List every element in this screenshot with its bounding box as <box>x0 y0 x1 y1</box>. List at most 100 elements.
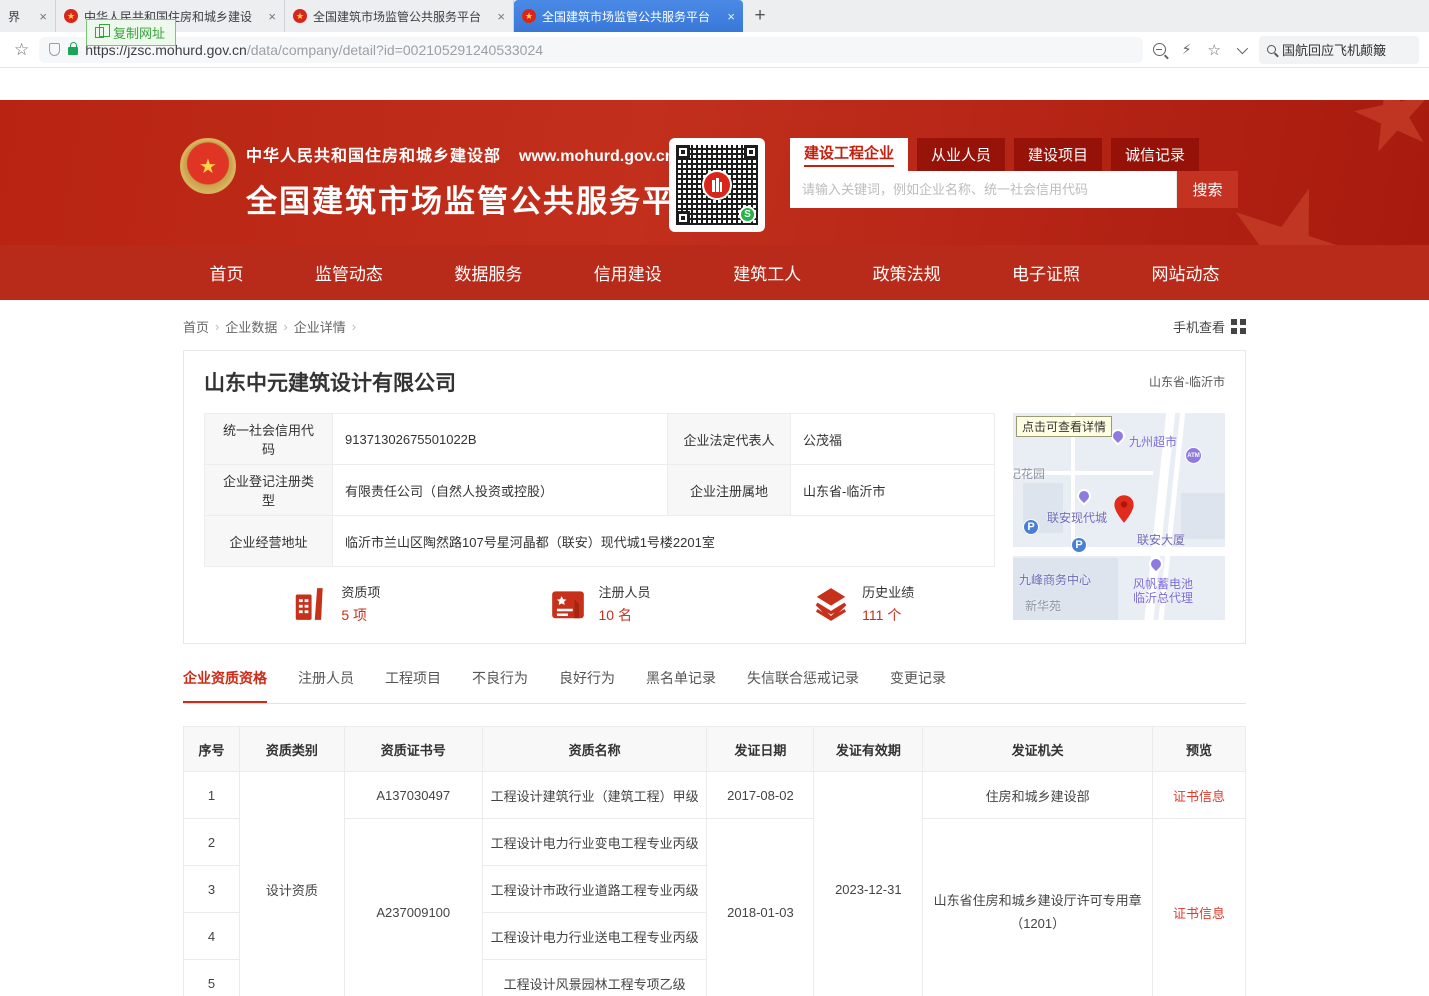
breadcrumb: 首页› 企业数据› 企业详情› 手机查看 <box>183 317 1246 336</box>
mobile-view[interactable]: 手机查看 <box>1173 317 1246 336</box>
atm-icon: ATM <box>1185 447 1202 464</box>
field-value: 有限责任公司（自然人投资或控股） <box>333 465 668 516</box>
search-tab-credit-records[interactable]: 诚信记录 <box>1111 138 1199 171</box>
field-label: 企业注册属地 <box>668 465 791 516</box>
field-label: 统一社会信用代码 <box>205 414 333 465</box>
table-row: 1 设计资质 A137030497 工程设计建筑行业（建筑工程）甲级 2017-… <box>184 772 1246 819</box>
bookmark-star-icon[interactable]: ☆ <box>14 40 29 60</box>
stat-qualifications: 资质项5 项 <box>204 582 468 625</box>
breadcrumb-home[interactable]: 首页 <box>183 317 209 336</box>
shield-icon[interactable] <box>49 43 60 56</box>
qr-finder <box>676 145 690 159</box>
breadcrumb-company-data[interactable]: 企业数据 <box>225 317 277 336</box>
flash-icon[interactable]: ⚡ <box>1182 41 1192 58</box>
company-info-table: 统一社会信用代码 91371302675501022B 企业法定代表人 公茂福 … <box>204 413 995 567</box>
browser-search-input[interactable] <box>1282 42 1411 57</box>
detail-tabs: 企业资质资格 注册人员 工程项目 不良行为 良好行为 黑名单记录 失信联合惩戒记… <box>183 668 1246 704</box>
map-label: 记花园 <box>1013 465 1045 482</box>
nav-item-certificates[interactable]: 电子证照 <box>1012 260 1080 285</box>
site-qr-code: S <box>669 138 765 232</box>
qualification-table: 序号 资质类别 资质证书号 资质名称 发证日期 发证有效期 发证机关 预览 1 … <box>183 726 1246 996</box>
tab-qualifications[interactable]: 企业资质资格 <box>183 668 267 703</box>
map-label: 九州超市 <box>1129 433 1177 450</box>
tab-blacklist[interactable]: 黑名单记录 <box>646 668 716 703</box>
close-icon[interactable]: × <box>39 9 47 24</box>
field-value: 91371302675501022B <box>333 414 668 465</box>
close-icon[interactable]: × <box>497 9 505 24</box>
browser-tab-active[interactable]: ★ 全国建筑市场监管公共服务平台 × <box>514 0 743 32</box>
field-value: 山东省-临沂市 <box>791 465 995 516</box>
emblem-icon: ★ <box>522 9 536 23</box>
close-icon[interactable]: × <box>268 9 276 24</box>
new-tab-button[interactable]: + <box>743 0 777 32</box>
flag-star-decoration <box>1347 100 1429 162</box>
search-tab-practitioners[interactable]: 从业人员 <box>917 138 1005 171</box>
emblem-icon: ★ <box>293 9 307 23</box>
location-map[interactable]: 点击可查看详情 九州超市 ATM 记花园 联安现代城 联安大厦 P P 九峰商务… <box>1013 413 1225 620</box>
nav-item-site-news[interactable]: 网站动态 <box>1151 260 1219 285</box>
map-label: 联安大厦 <box>1137 531 1185 548</box>
map-label: 联安现代城 <box>1047 509 1107 526</box>
tab-projects[interactable]: 工程项目 <box>385 668 441 703</box>
field-label: 企业经营地址 <box>205 516 333 567</box>
field-value: 临沂市兰山区陶然路107号星河晶都（联安）现代城1号楼2201室 <box>333 516 995 567</box>
table-header-row: 序号 资质类别 资质证书号 资质名称 发证日期 发证有效期 发证机关 预览 <box>184 727 1246 772</box>
building-icon <box>291 585 329 623</box>
favorite-star-icon[interactable]: ☆ <box>1208 41 1221 59</box>
field-label: 企业法定代表人 <box>668 414 791 465</box>
tab-bad-behavior[interactable]: 不良行为 <box>472 668 528 703</box>
id-card-icon <box>549 585 587 623</box>
browser-search-box[interactable] <box>1259 36 1419 64</box>
search-tab-construction-enterprise[interactable]: 建设工程企业 <box>790 138 908 171</box>
company-stats: 资质项5 项 注册人员10 名 历史业绩111 个 <box>204 582 995 625</box>
tab-good-behavior[interactable]: 良好行为 <box>559 668 615 703</box>
wechat-mini-icon: S <box>739 206 756 223</box>
company-name: 山东中元建筑设计有限公司 <box>204 367 456 397</box>
close-icon[interactable]: × <box>727 9 735 24</box>
tab-change-records[interactable]: 变更记录 <box>890 668 946 703</box>
national-emblem-icon: ★ <box>180 138 236 200</box>
map-tooltip: 点击可查看详情 <box>1016 416 1112 437</box>
nav-item-supervision[interactable]: 监管动态 <box>315 260 383 285</box>
stat-registered-staff: 注册人员10 名 <box>468 582 732 625</box>
emblem-icon: ★ <box>64 9 78 23</box>
site-search-input[interactable] <box>790 171 1176 208</box>
certificate-info-link[interactable]: 证书信息 <box>1173 906 1225 921</box>
map-label: 九峰商务中心 <box>1019 571 1091 588</box>
address-bar[interactable]: https://jzsc.mohurd.gov.cn/data/company/… <box>39 37 1142 63</box>
tab-registered-staff[interactable]: 注册人员 <box>298 668 354 703</box>
parking-icon: P <box>1023 519 1039 535</box>
tab-dishonesty-records[interactable]: 失信联合惩戒记录 <box>747 668 859 703</box>
nav-item-policy[interactable]: 政策法规 <box>873 260 941 285</box>
search-tab-projects[interactable]: 建设项目 <box>1014 138 1102 171</box>
site-search-module: 建设工程企业 从业人员 建设项目 诚信记录 搜索 <box>790 138 1238 208</box>
search-button[interactable]: 搜索 <box>1176 171 1238 208</box>
nav-item-credit[interactable]: 信用建设 <box>594 260 662 285</box>
nav-item-data-service[interactable]: 数据服务 <box>454 260 522 285</box>
zoom-out-icon[interactable] <box>1153 43 1166 56</box>
nav-item-workers[interactable]: 建筑工人 <box>733 260 801 285</box>
breadcrumb-company-detail[interactable]: 企业详情 <box>294 317 346 336</box>
lock-icon[interactable] <box>68 47 78 55</box>
qr-logo-icon <box>702 170 732 200</box>
company-card: 山东中元建筑设计有限公司 山东省-临沂市 统一社会信用代码 9137130267… <box>183 350 1246 644</box>
field-label: 企业登记注册类型 <box>205 465 333 516</box>
search-icon <box>1267 45 1276 54</box>
chevron-down-icon[interactable] <box>1237 42 1248 53</box>
map-label: 临沂总代理 <box>1133 589 1193 606</box>
site-banner: ★ 中华人民共和国住房和城乡建设部www.mohurd.gov.cn 全国建筑市… <box>0 100 1429 245</box>
url-text[interactable]: https://jzsc.mohurd.gov.cn/data/company/… <box>85 42 1132 58</box>
map-label: 新华苑 <box>1025 597 1061 614</box>
company-location-pin-icon <box>1113 495 1135 523</box>
layers-icon <box>812 585 850 623</box>
browser-tab-3[interactable]: ★ 全国建筑市场监管公共服务平台 × <box>285 0 514 32</box>
page-top-gap <box>0 68 1429 100</box>
certificate-info-link[interactable]: 证书信息 <box>1173 789 1225 804</box>
parking-icon: P <box>1071 537 1087 553</box>
browser-tab-1[interactable]: 界 × <box>0 0 56 32</box>
company-region: 山东省-临沂市 <box>1149 367 1225 390</box>
qualification-category: 设计资质 <box>239 772 344 996</box>
nav-item-home[interactable]: 首页 <box>210 260 244 285</box>
main-nav: 首页 监管动态 数据服务 信用建设 建筑工人 政策法规 电子证照 网站动态 <box>0 245 1429 300</box>
site-title: 全国建筑市场监管公共服务平台 <box>246 176 708 221</box>
